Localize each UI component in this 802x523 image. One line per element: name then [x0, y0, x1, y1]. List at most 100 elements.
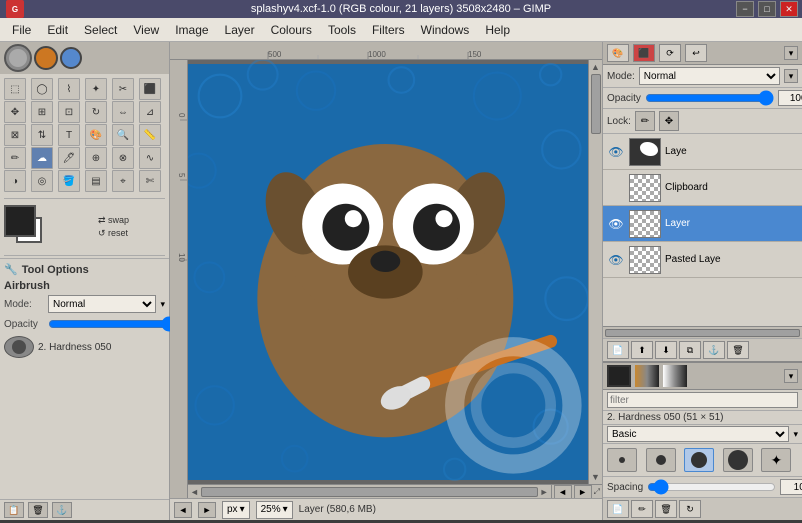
brush-item-2[interactable] [646, 448, 676, 472]
paths-btn[interactable]: ⬛ [633, 44, 655, 62]
edit-brush-btn[interactable]: ✏ [631, 500, 653, 518]
horizontal-scrollbar[interactable]: ◄ ► [188, 485, 551, 498]
menu-view[interactable]: View [125, 21, 167, 39]
footer-unit-select[interactable]: px ▾ [222, 501, 250, 519]
text-tool-btn[interactable]: T [58, 124, 80, 146]
iscissors-tool-btn[interactable]: ✄ [139, 170, 161, 192]
scale-tool-btn[interactable]: ⇔ [112, 101, 134, 123]
undo-btn[interactable]: ↩ [685, 44, 707, 62]
minimize-button[interactable]: − [736, 1, 754, 17]
footer-zoom-select[interactable]: 25% ▾ [256, 501, 293, 519]
refresh-brushes-btn[interactable]: ↻ [679, 500, 701, 518]
move-tool-btn[interactable]: ✥ [4, 101, 26, 123]
vscroll-down-btn[interactable]: ▼ [591, 472, 600, 482]
gradient-tool-btn[interactable]: ▤ [85, 170, 107, 192]
pencil-tool-btn[interactable]: ✏ [4, 147, 26, 169]
brush-gradient[interactable] [635, 365, 659, 387]
shear-tool-btn[interactable]: ⊿ [139, 101, 161, 123]
airbrush-tool-btn[interactable]: ☁ [31, 147, 53, 169]
menu-tools[interactable]: Tools [320, 21, 364, 39]
scissors-tool-btn[interactable]: ✂ [112, 78, 134, 100]
menu-edit[interactable]: Edit [39, 21, 76, 39]
layer-item-1[interactable]: 👁 Laye [603, 134, 802, 170]
panel-expand-btn[interactable]: ▾ [784, 46, 798, 60]
spacing-value[interactable] [780, 479, 802, 495]
maximize-button[interactable]: □ [758, 1, 776, 17]
brush-item-3[interactable] [684, 448, 714, 472]
flip-tool-btn[interactable]: ⇅ [31, 124, 53, 146]
smudge-tool-btn[interactable]: ∿ [139, 147, 161, 169]
vscroll-thumb[interactable] [591, 74, 601, 134]
color-select-tool-btn[interactable]: ⬛ [139, 78, 161, 100]
clone-tool-btn[interactable]: ⊕ [85, 147, 107, 169]
menu-layer[interactable]: Layer [217, 21, 263, 39]
brush-fg-color[interactable] [607, 365, 631, 387]
layer-item-3[interactable]: 👁 Layer [603, 206, 802, 242]
mode-select-right[interactable]: Normal [639, 67, 780, 85]
layer-1-visibility[interactable]: 👁 [607, 143, 625, 161]
lock-pixels-btn[interactable]: ✏ [635, 111, 655, 131]
dodge-tool-btn[interactable]: ◑ [4, 170, 26, 192]
footer-nav-left[interactable]: ◄ [174, 502, 192, 518]
delete-layer-btn[interactable]: 🗑 [727, 341, 749, 359]
rect-select-tool-btn[interactable]: ⬚ [4, 78, 26, 100]
lock-pos-btn[interactable]: ✥ [659, 111, 679, 131]
delete-btn[interactable]: 🗑 [28, 502, 48, 518]
brush-item-4[interactable] [723, 448, 753, 472]
brush-item-5[interactable]: ✦ [761, 448, 791, 472]
brushes-category-select[interactable]: Basic [607, 426, 789, 442]
crop-tool-btn[interactable]: ⊡ [58, 101, 80, 123]
mode-expand-icon[interactable]: ▾ [160, 299, 165, 310]
rotate-tool-btn[interactable]: ↻ [85, 101, 107, 123]
new-brush-btn[interactable]: 📄 [607, 500, 629, 518]
menu-filters[interactable]: Filters [364, 21, 413, 39]
spacing-slider[interactable] [647, 480, 776, 494]
ellipse-select-tool-btn[interactable]: ◯ [31, 78, 53, 100]
new-layer-btn[interactable]: 📄 [607, 341, 629, 359]
duplicate-layer-btn[interactable]: ⧉ [679, 341, 701, 359]
layer-3-visibility[interactable]: 👁 [607, 215, 625, 233]
history-btn[interactable]: ⟳ [659, 44, 681, 62]
canvas-nav-left[interactable]: ◄ [554, 485, 572, 499]
footer-nav-right[interactable]: ► [198, 502, 216, 518]
foreground-color[interactable] [4, 205, 36, 237]
opacity-slider[interactable] [48, 317, 177, 331]
raise-layer-btn[interactable]: ⬆ [631, 341, 653, 359]
hscroll-right-btn[interactable]: ► [540, 487, 549, 497]
expand-icon[interactable]: ⤢ [594, 487, 600, 497]
canvas-viewport[interactable] [188, 60, 588, 484]
fuzzy-select-tool-btn[interactable]: ✦ [85, 78, 107, 100]
brushes-filter-input[interactable] [607, 392, 798, 408]
swap-colors-icon[interactable]: ⇄ swap [98, 215, 129, 226]
opacity-value-right[interactable] [778, 90, 802, 106]
mode-select[interactable]: Normal Multiply Screen [48, 295, 156, 313]
menu-colours[interactable]: Colours [263, 21, 320, 39]
menu-image[interactable]: Image [167, 21, 216, 39]
vertical-scrollbar[interactable]: ▲ ▼ [588, 60, 602, 484]
close-button[interactable]: ✕ [780, 1, 798, 17]
perspective-tool-btn[interactable]: ⊠ [4, 124, 26, 146]
layer-item-4[interactable]: 👁 Pasted Laye [603, 242, 802, 278]
channels-btn[interactable]: 🎨 [607, 44, 629, 62]
heal-tool-btn[interactable]: ⊗ [112, 147, 134, 169]
canvas-nav-right[interactable]: ► [574, 485, 592, 499]
hscroll-left-btn[interactable]: ◄ [190, 487, 199, 497]
anchor-btn[interactable]: ⚓ [52, 502, 72, 518]
hscroll-thumb[interactable] [201, 487, 538, 497]
align-tool-btn[interactable]: ⊞ [31, 101, 53, 123]
mode-expand-btn[interactable]: ▾ [784, 69, 798, 83]
layer-4-visibility[interactable]: 👁 [607, 251, 625, 269]
measure-tool-btn[interactable]: 📏 [139, 124, 161, 146]
anchor-layer-btn[interactable]: ⚓ [703, 341, 725, 359]
menu-help[interactable]: Help [477, 21, 518, 39]
reset-colors-icon[interactable]: ↺ reset [98, 228, 129, 239]
brush-pattern[interactable] [663, 365, 687, 387]
layers-hscroll[interactable] [603, 326, 802, 338]
free-select-tool-btn[interactable]: ⌇ [58, 78, 80, 100]
layer-item-2[interactable]: Clipboard [603, 170, 802, 206]
zoom-tool-btn[interactable]: 🔍 [112, 124, 134, 146]
brushes-category-arrow[interactable]: ▾ [793, 429, 798, 440]
menu-windows[interactable]: Windows [413, 21, 478, 39]
layer-2-visibility[interactable] [607, 179, 625, 197]
opacity-slider-right[interactable] [645, 91, 774, 105]
